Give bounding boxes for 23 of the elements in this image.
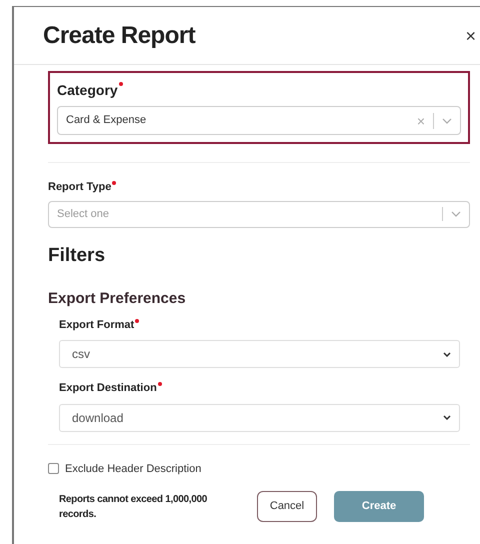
close-button[interactable]: × bbox=[465, 26, 476, 44]
chevron-down-icon bbox=[443, 352, 451, 356]
select-placeholder: Select one bbox=[57, 206, 110, 222]
field-label: Category bbox=[57, 81, 118, 100]
select-value: Card & Expense bbox=[66, 113, 148, 128]
field-label: Export Destination bbox=[59, 381, 157, 396]
cancel-button[interactable]: Cancel bbox=[257, 491, 317, 522]
section-heading: Filters bbox=[48, 244, 106, 268]
category-select[interactable]: Card & Expense × bbox=[57, 106, 461, 135]
chevron-down-icon bbox=[442, 118, 452, 124]
records-note: Reports cannot exceed 1,000,000 records. bbox=[59, 492, 208, 522]
section-heading: Export Preferences bbox=[48, 289, 186, 309]
dialog-title: Create Report bbox=[43, 20, 196, 50]
checkbox[interactable] bbox=[48, 463, 59, 474]
format-select[interactable]: csv bbox=[59, 340, 460, 368]
chevron-down-icon bbox=[443, 415, 451, 420]
chevron-down-icon bbox=[451, 211, 461, 217]
checkbox-label: Exclude Header Description bbox=[65, 462, 202, 476]
field-label: Export Format bbox=[59, 318, 134, 332]
select-value: download bbox=[72, 410, 124, 426]
field-label: Report Type bbox=[48, 180, 112, 195]
select-value: csv bbox=[72, 346, 91, 363]
format-select[interactable]: download bbox=[59, 404, 460, 432]
